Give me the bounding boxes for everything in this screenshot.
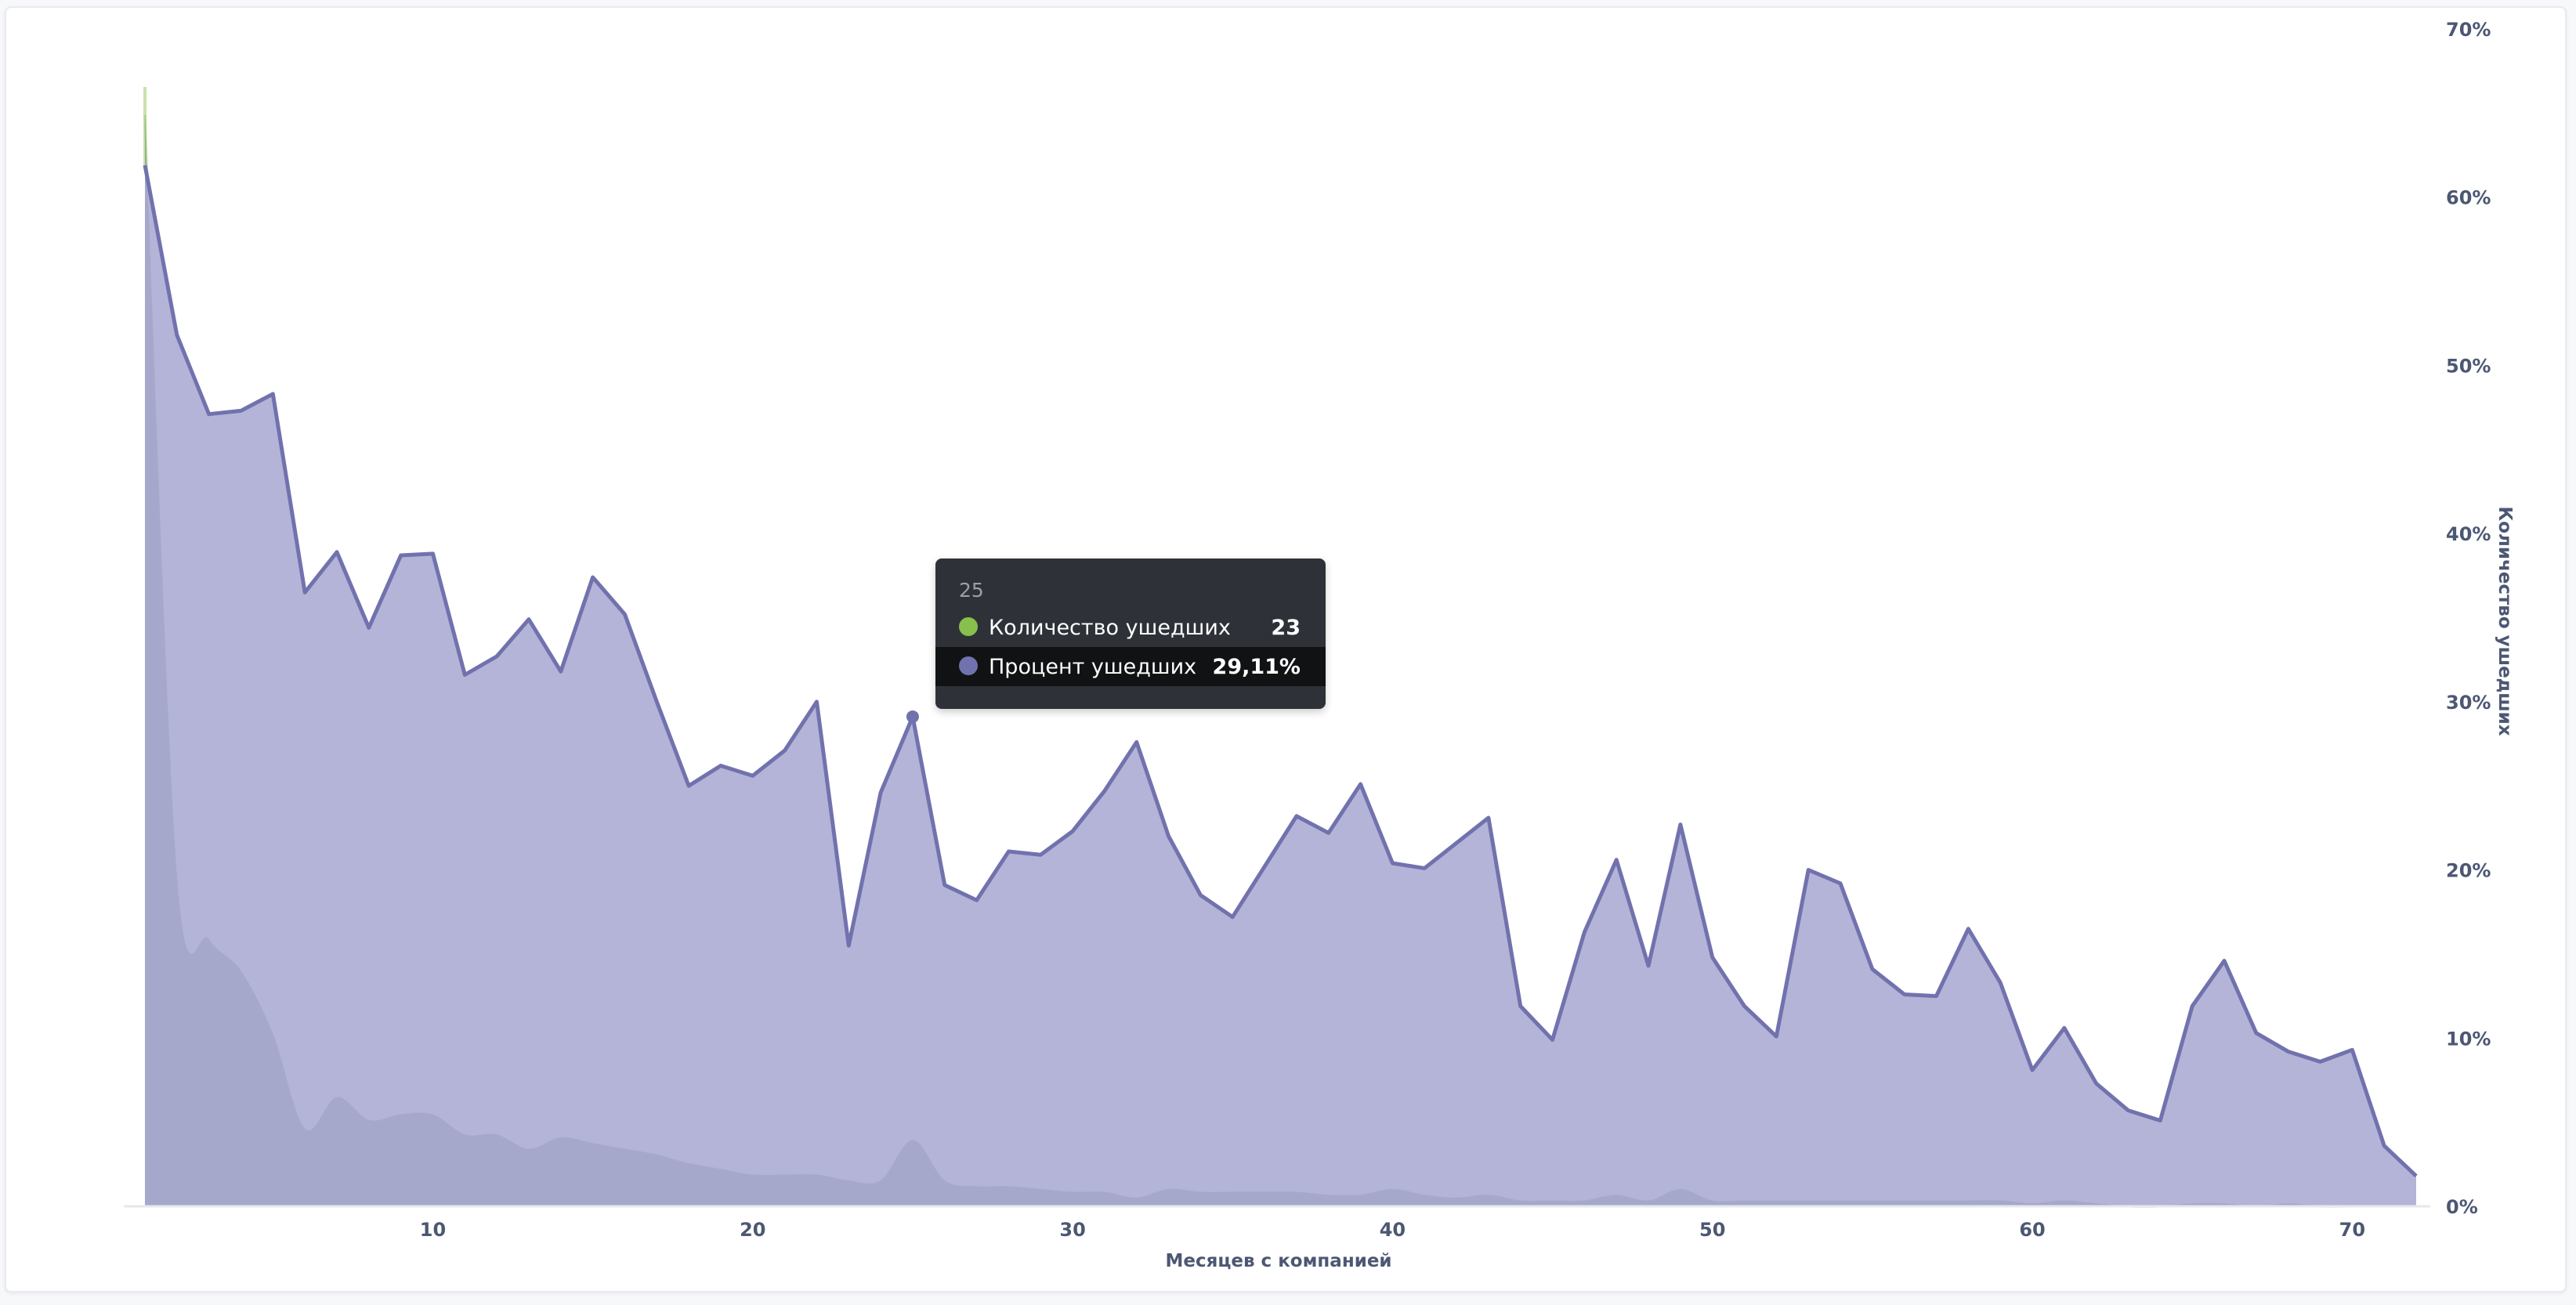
tooltip-row-percent: Процент ушедших 29,11% bbox=[935, 647, 1326, 686]
y-tick-label: 50% bbox=[2446, 355, 2491, 377]
tooltip-row-value: 23 bbox=[1271, 616, 1301, 640]
hover-point[interactable] bbox=[906, 710, 919, 723]
tooltip-row-value: 29,11% bbox=[1212, 655, 1301, 679]
x-tick-label: 30 bbox=[1059, 1219, 1085, 1241]
chart-tooltip: 25 Количество ушедших 23 Процент ушедших… bbox=[935, 559, 1326, 709]
x-tick-label: 60 bbox=[2019, 1219, 2045, 1241]
tooltip-x-value: 25 bbox=[959, 579, 984, 602]
x-tick-label: 70 bbox=[2339, 1219, 2365, 1241]
tooltip-row-label: Процент ушедших bbox=[989, 655, 1197, 679]
tooltip-row-label: Количество ушедших bbox=[989, 616, 1231, 640]
chart-card: 10 20 30 40 50 60 70 0% 10% 20% 30% 40% 50% 60% 70% Ме… bbox=[5, 6, 2567, 1292]
x-tick-label: 40 bbox=[1380, 1219, 1406, 1241]
y-tick-label: 70% bbox=[2446, 19, 2491, 41]
y-axis-title: Количество ушедших bbox=[2495, 506, 2515, 736]
y-tick-label: 40% bbox=[2446, 523, 2491, 545]
y-tick-label: 20% bbox=[2446, 860, 2491, 882]
y-tick-label: 10% bbox=[2446, 1028, 2491, 1050]
y-tick-label: 30% bbox=[2446, 692, 2491, 714]
series-dot-icon bbox=[959, 656, 978, 675]
y-tick-label: 60% bbox=[2446, 187, 2491, 209]
x-tick-label: 10 bbox=[420, 1219, 446, 1241]
tooltip-row-count: Количество ушедших 23 bbox=[935, 608, 1326, 647]
x-tick-label: 20 bbox=[740, 1219, 765, 1241]
y-tick-label: 0% bbox=[2446, 1196, 2478, 1218]
x-tick-label: 50 bbox=[1699, 1219, 1725, 1241]
series-dot-icon bbox=[959, 617, 978, 636]
x-axis-title: Месяцев с компанией bbox=[1165, 1251, 1391, 1271]
